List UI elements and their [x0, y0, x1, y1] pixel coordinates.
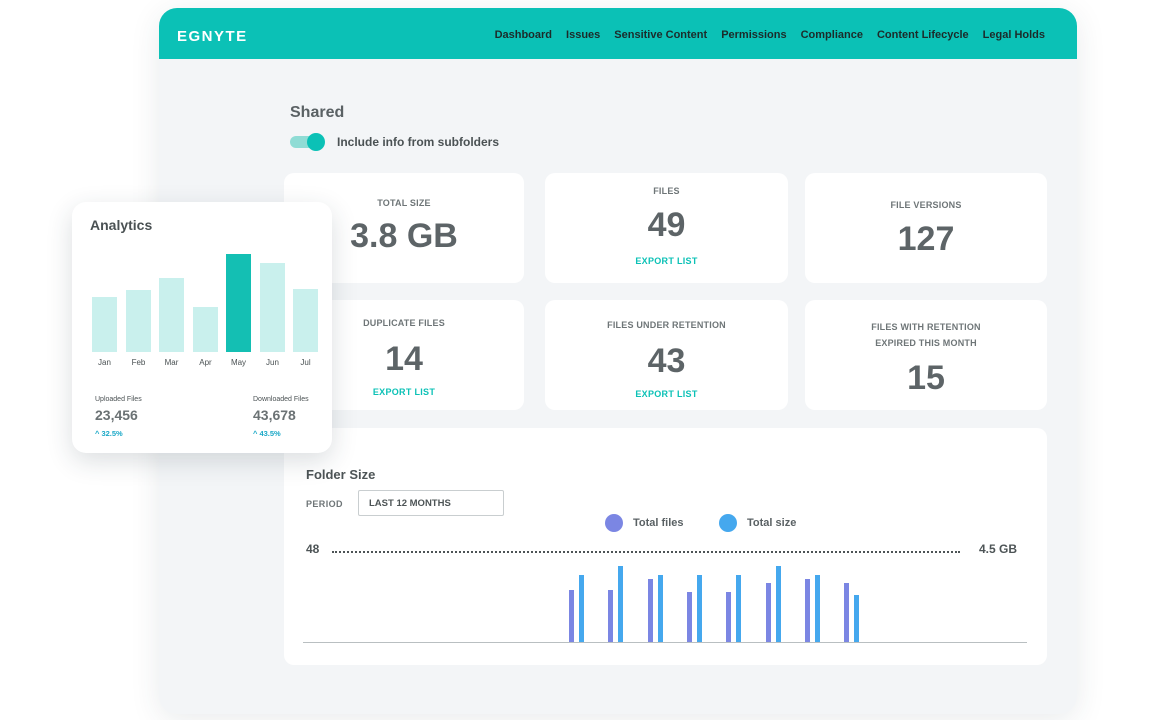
bar-total-files	[766, 583, 771, 642]
analytics-bar-jun	[260, 263, 285, 352]
downloaded-files-label: Downloaded Files	[253, 396, 309, 403]
month-label: Jun	[266, 358, 279, 367]
bar-total-files	[844, 583, 849, 642]
bar-total-size	[579, 575, 584, 642]
card-value: 49	[647, 206, 686, 244]
card-files: FILES 49 EXPORT LIST	[545, 173, 788, 283]
card-file-versions: FILE VERSIONS 127	[805, 173, 1047, 283]
bar-total-size	[618, 566, 623, 642]
right-axis-max-label: 4.5 GB	[978, 542, 1017, 556]
analytics-bar-feb	[126, 290, 151, 352]
month-label: Feb	[131, 358, 146, 367]
card-label-line2: EXPIRED THIS MONTH	[875, 338, 977, 348]
card-label: FILES	[653, 186, 680, 196]
analytics-title: Analytics	[90, 217, 153, 233]
month-label: Jul	[300, 358, 311, 367]
nav-item-issues[interactable]: Issues	[566, 29, 600, 41]
bar-total-size	[854, 595, 859, 642]
month-label: May	[230, 358, 247, 367]
card-value: 127	[897, 220, 955, 258]
folder-size-card: Folder Size PERIOD LAST 12 MONTHS Total …	[284, 428, 1047, 665]
card-value: 15	[907, 359, 945, 397]
downloaded-files-value: 43,678	[253, 407, 296, 423]
brand-logo[interactable]: EGNYTE	[177, 28, 248, 45]
period-select[interactable]: LAST 12 MONTHS	[358, 490, 504, 516]
analytics-card: Analytics Jan Feb Mar Apr May Jun Jul Uploaded…	[72, 202, 332, 453]
analytics-bar-jul	[293, 289, 318, 352]
card-value: 43	[647, 342, 686, 380]
bar-total-files	[805, 579, 810, 642]
uploaded-files-value: 23,456	[95, 407, 138, 423]
left-axis-max-label: 48	[306, 542, 320, 556]
card-files-under-retention: FILES UNDER RETENTION 43 EXPORT LIST	[545, 300, 788, 410]
legend-dot-total-files	[605, 514, 623, 532]
period-label: PERIOD	[306, 499, 343, 509]
nav-item-compliance[interactable]: Compliance	[801, 29, 863, 41]
main-nav: Dashboard Issues Sensitive Content Permi…	[495, 29, 1045, 41]
analytics-bar-mar	[159, 278, 184, 352]
max-reference-line	[332, 551, 960, 553]
export-list-link[interactable]: EXPORT LIST	[545, 389, 788, 399]
analytics-bar-may	[226, 254, 251, 352]
nav-item-content-lifecycle[interactable]: Content Lifecycle	[877, 29, 969, 41]
card-label: FILE VERSIONS	[890, 200, 962, 210]
nav-item-legal-holds[interactable]: Legal Holds	[983, 29, 1045, 41]
uploaded-files-delta: ^ 32.5%	[95, 429, 123, 438]
top-navbar: EGNYTE Dashboard Issues Sensitive Conten…	[159, 8, 1077, 59]
legend-total-files: Total files	[605, 514, 684, 532]
nav-item-dashboard[interactable]: Dashboard	[495, 29, 552, 41]
analytics-bar-apr	[193, 307, 218, 352]
page-title: Shared	[290, 104, 345, 121]
downloaded-files-delta: ^ 43.5%	[253, 429, 281, 438]
card-retention-expired: FILES WITH RETENTION EXPIRED THIS MONTH …	[805, 300, 1047, 410]
month-label: Jan	[98, 358, 111, 367]
folder-size-title: Folder Size	[306, 467, 376, 482]
bar-total-size	[736, 575, 741, 642]
bar-total-size	[815, 575, 820, 642]
chart-baseline	[303, 642, 1027, 643]
card-label: FILES UNDER RETENTION	[607, 320, 726, 330]
legend-total-size: Total size	[719, 514, 796, 532]
card-label-line1: FILES WITH RETENTION	[871, 322, 981, 332]
bar-total-files	[648, 579, 653, 642]
bar-total-files	[726, 592, 731, 642]
toggle-knob	[307, 133, 325, 151]
legend-label: Total size	[747, 517, 797, 529]
month-label: Mar	[164, 358, 179, 367]
uploaded-files-label: Uploaded Files	[95, 396, 142, 403]
legend-label: Total files	[633, 517, 684, 529]
bar-total-size	[697, 575, 702, 642]
bar-total-files	[569, 590, 574, 642]
bar-total-files	[687, 592, 692, 642]
month-label: Apr	[199, 358, 212, 367]
subfolders-toggle[interactable]	[290, 133, 326, 151]
analytics-bar-jan	[92, 297, 117, 352]
subfolders-toggle-label: Include info from subfolders	[337, 135, 500, 149]
nav-item-sensitive-content[interactable]: Sensitive Content	[614, 29, 707, 41]
export-list-link[interactable]: EXPORT LIST	[545, 256, 788, 266]
bar-total-size	[776, 566, 781, 642]
legend-dot-total-size	[719, 514, 737, 532]
bar-total-files	[608, 590, 613, 642]
nav-item-permissions[interactable]: Permissions	[721, 29, 786, 41]
bar-total-size	[658, 575, 663, 642]
